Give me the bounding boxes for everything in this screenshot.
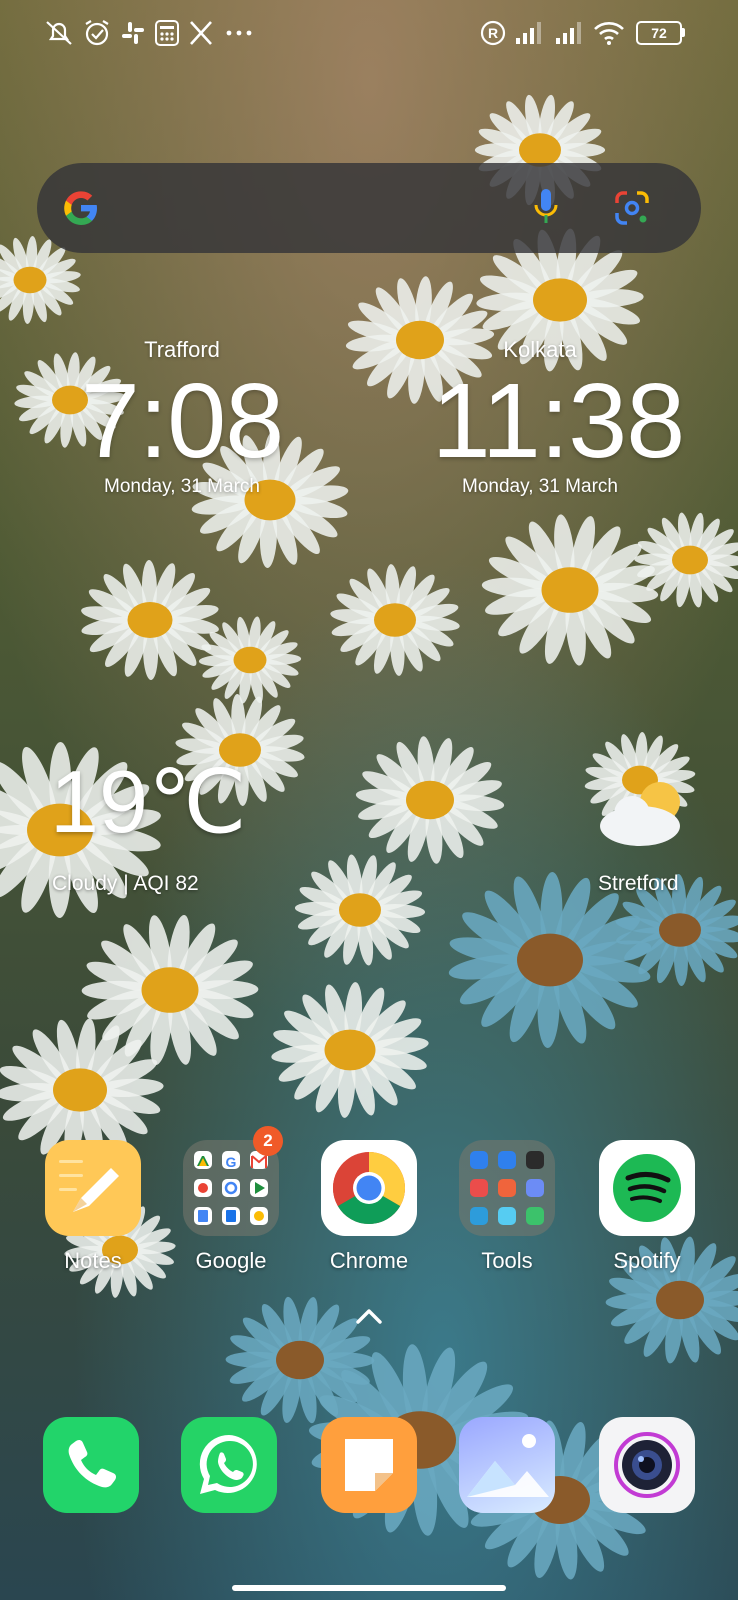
alarm-clock-icon [85, 20, 109, 46]
chrome-icon[interactable] [321, 1140, 417, 1236]
slack-icon [122, 22, 144, 44]
app-label-chrome: Chrome [329, 1248, 409, 1273]
partly-cloudy-icon [600, 782, 680, 846]
more-dots-icon [226, 30, 252, 36]
camera-icon[interactable] [599, 1417, 695, 1513]
gallery-icon[interactable] [459, 1417, 555, 1513]
battery-level: 72 [651, 25, 667, 41]
battery-indicator: 72 [636, 21, 682, 45]
app-label-notes: Notes [64, 1248, 122, 1273]
notes-app-icon[interactable] [45, 1140, 141, 1236]
google-search-bar[interactable] [37, 163, 701, 253]
notes-app-icon[interactable] [321, 1417, 417, 1513]
spotify-icon[interactable] [599, 1140, 695, 1236]
app-label-google: Google [195, 1248, 267, 1273]
notification-badge: 2 [253, 1126, 283, 1156]
clock-date-1: Monday, 31 March [104, 476, 260, 497]
bell-off-icon [46, 21, 72, 45]
svg-text:R: R [488, 25, 498, 41]
whatsapp-icon[interactable] [181, 1417, 277, 1513]
signal-bars-1-icon [516, 22, 541, 44]
clock-time-2: 11:38 [431, 362, 685, 480]
weather-summary: Cloudy | AQI 82 [52, 872, 199, 895]
chevron-up-icon[interactable] [352, 1304, 386, 1328]
calculator-icon [155, 20, 179, 46]
app-label-tools: Tools [481, 1248, 533, 1273]
app-label-spotify: Spotify [613, 1248, 681, 1273]
weather-location: Stretford [598, 872, 679, 895]
battery-tip [682, 28, 685, 37]
clock-date-2: Monday, 31 March [462, 476, 618, 497]
clock-city-2: Kolkata [503, 337, 577, 362]
phone-icon[interactable] [43, 1417, 139, 1513]
registered-icon: R [480, 20, 506, 46]
google-g-icon [64, 191, 97, 225]
clock-time-1: 7:08 [80, 362, 284, 480]
google-folder-icon[interactable]: G 2 [183, 1126, 283, 1236]
clock-city-1: Trafford [144, 337, 220, 362]
svg-text:G: G [226, 1154, 237, 1170]
tools-folder-icon[interactable] [459, 1140, 555, 1236]
google-lens-icon[interactable] [613, 189, 651, 227]
microphone-icon[interactable] [531, 185, 561, 231]
weather-temperature: 19℃ [50, 752, 247, 851]
status-bar: R 72 [0, 0, 738, 64]
x-logo-icon [190, 21, 212, 45]
wifi-icon [594, 22, 624, 45]
home-gesture-bar[interactable] [232, 1585, 506, 1591]
signal-bars-2-icon [556, 22, 581, 44]
notes-icon [59, 1160, 119, 1212]
